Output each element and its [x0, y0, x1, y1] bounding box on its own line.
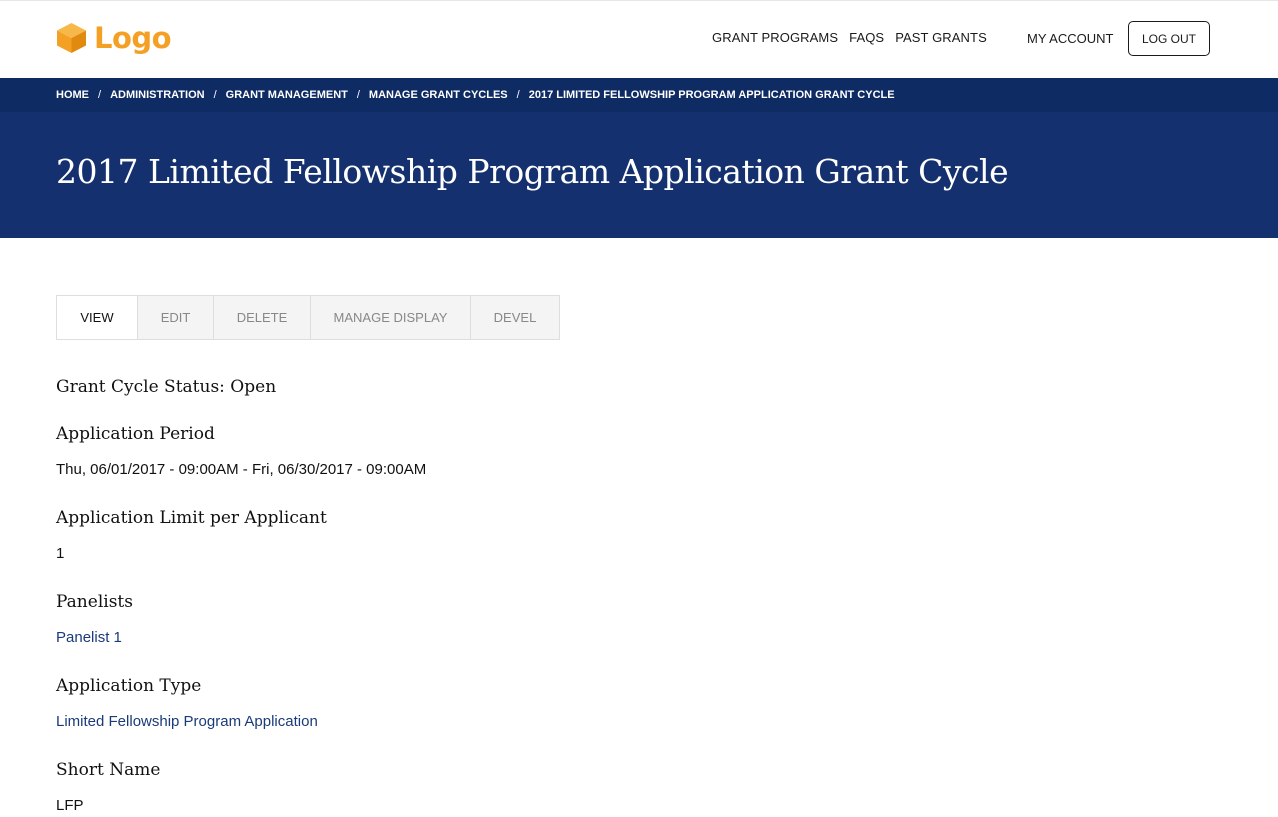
application-limit-label: Application Limit per Applicant — [56, 508, 327, 528]
breadcrumb-grant-management[interactable]: GRANT MANAGEMENT — [226, 89, 348, 101]
application-period-value: Thu, 06/01/2017 - 09:00AM - Fri, 06/30/2… — [56, 461, 427, 478]
tab-edit[interactable]: EDIT — [138, 295, 214, 340]
application-period-label: Application Period — [56, 424, 215, 444]
site-logo[interactable]: Logo — [56, 21, 172, 55]
breadcrumb-separator: / — [213, 89, 217, 101]
tab-delete[interactable]: DELETE — [214, 295, 311, 340]
application-type-label: Application Type — [56, 676, 202, 696]
breadcrumb-separator: / — [98, 89, 102, 101]
logout-button[interactable]: LOG OUT — [1128, 21, 1210, 56]
application-limit-value: 1 — [56, 545, 65, 562]
panelists-label: Panelists — [56, 592, 133, 612]
breadcrumb-home[interactable]: HOME — [56, 89, 89, 101]
breadcrumb-separator: / — [516, 89, 520, 101]
my-account-link[interactable]: MY ACCOUNT — [1027, 31, 1113, 46]
logo-text: Logo — [94, 21, 172, 55]
panelist-link[interactable]: Panelist 1 — [56, 629, 122, 646]
page-hero: 2017 Limited Fellowship Program Applicat… — [0, 112, 1278, 238]
breadcrumb: HOME / ADMINISTRATION / GRANT MANAGEMENT… — [56, 89, 895, 101]
cube-icon — [57, 23, 86, 53]
main-nav: GRANT PROGRAMS FAQS PAST GRANTS — [712, 30, 987, 45]
short-name-label: Short Name — [56, 760, 161, 780]
top-header: Logo GRANT PROGRAMS FAQS PAST GRANTS MY … — [0, 0, 1278, 78]
nav-grant-programs[interactable]: GRANT PROGRAMS — [712, 30, 838, 45]
application-type-link[interactable]: Limited Fellowship Program Application — [56, 713, 318, 730]
breadcrumb-manage-grant-cycles[interactable]: MANAGE GRANT CYCLES — [369, 89, 508, 101]
breadcrumb-administration[interactable]: ADMINISTRATION — [110, 89, 205, 101]
tab-devel[interactable]: DEVEL — [471, 295, 560, 340]
tab-manage-display[interactable]: MANAGE DISPLAY — [311, 295, 471, 340]
tab-view[interactable]: VIEW — [56, 295, 138, 340]
short-name-value: LFP — [56, 797, 84, 814]
page-title: 2017 Limited Fellowship Program Applicat… — [56, 152, 1009, 191]
breadcrumb-current-page[interactable]: 2017 LIMITED FELLOWSHIP PROGRAM APPLICAT… — [529, 89, 895, 101]
nav-past-grants[interactable]: PAST GRANTS — [895, 30, 987, 45]
local-tabs: VIEW EDIT DELETE MANAGE DISPLAY DEVEL — [56, 295, 560, 340]
breadcrumb-bar: HOME / ADMINISTRATION / GRANT MANAGEMENT… — [0, 78, 1278, 112]
grant-cycle-status: Grant Cycle Status: Open — [56, 377, 277, 397]
nav-faqs[interactable]: FAQS — [849, 30, 884, 45]
breadcrumb-separator: / — [356, 89, 360, 101]
